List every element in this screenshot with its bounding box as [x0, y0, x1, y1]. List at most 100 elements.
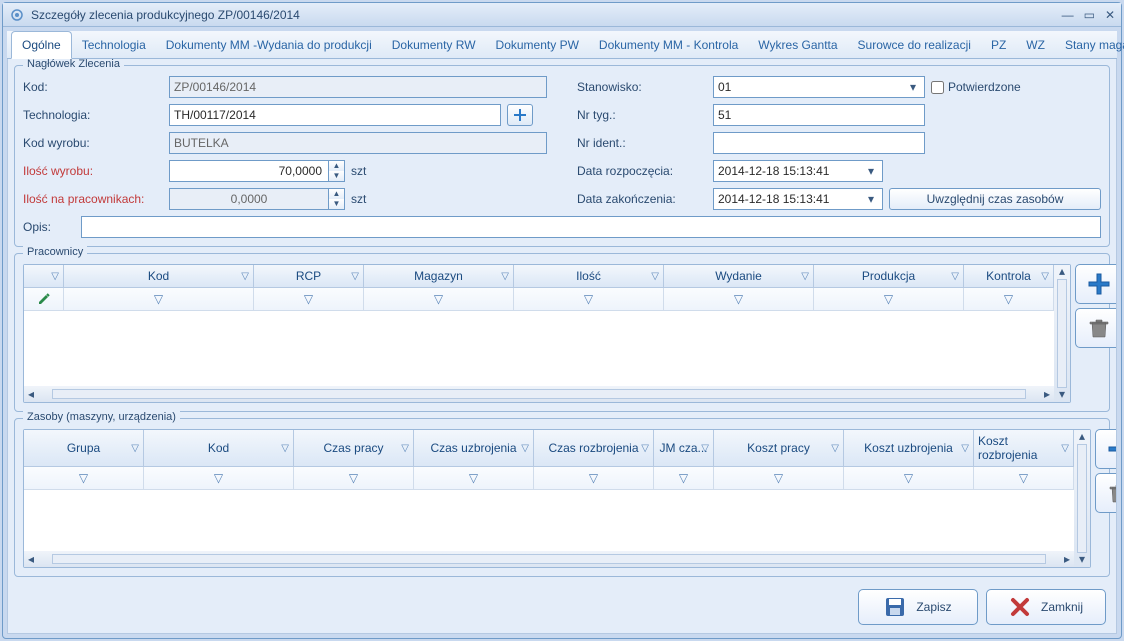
scroll-down-icon[interactable]: ▾ — [1074, 553, 1090, 567]
combo-stanowisko[interactable]: 01 ▾ — [713, 76, 925, 98]
filter-cell[interactable]: ▽ — [964, 288, 1054, 310]
filter-icon[interactable]: ▽ — [51, 271, 59, 282]
filter-icon[interactable]: ▽ — [351, 271, 359, 282]
filter-icon[interactable]: ▽ — [1004, 292, 1013, 306]
scroll-up-icon[interactable]: ▴ — [1074, 430, 1090, 444]
filter-icon[interactable]: ▽ — [131, 443, 139, 454]
filter-icon[interactable]: ▽ — [584, 292, 593, 306]
input-technologia[interactable] — [169, 104, 501, 126]
scroll-down-icon[interactable]: ▾ — [1054, 388, 1070, 402]
tab-stany[interactable]: Stany magazynowe — [1055, 32, 1124, 58]
spinner-down[interactable]: ▼ — [329, 171, 344, 181]
column-header[interactable]: Kontrola▽ — [964, 265, 1054, 287]
scroll-track[interactable] — [52, 389, 1026, 399]
filter-icon[interactable]: ▽ — [214, 471, 223, 485]
filter-cell[interactable]: ▽ — [664, 288, 814, 310]
filter-icon[interactable]: ▽ — [831, 443, 839, 454]
save-button[interactable]: Zapisz — [858, 589, 978, 625]
horizontal-scrollbar[interactable]: ◂ ▸ — [24, 551, 1074, 567]
filter-icon[interactable]: ▽ — [734, 292, 743, 306]
grid-body[interactable] — [24, 311, 1054, 386]
filter-icon[interactable]: ▽ — [434, 292, 443, 306]
column-header[interactable]: Kod▽ — [144, 430, 294, 466]
column-header[interactable]: Wydanie▽ — [664, 265, 814, 287]
filter-icon[interactable]: ▽ — [904, 471, 913, 485]
delete-row-button[interactable] — [1075, 308, 1117, 348]
filter-icon[interactable]: ▽ — [501, 271, 509, 282]
grid-filter-row[interactable]: ▽ ▽ ▽ ▽ ▽ ▽ ▽ — [24, 288, 1054, 311]
scroll-track[interactable] — [1057, 279, 1067, 388]
tab-wz[interactable]: WZ — [1016, 32, 1055, 58]
filter-cell[interactable]: ▽ — [294, 467, 414, 489]
filter-cell[interactable]: ▽ — [844, 467, 974, 489]
filter-icon[interactable]: ▽ — [1061, 443, 1069, 454]
filter-icon[interactable]: ▽ — [641, 443, 649, 454]
filter-icon[interactable]: ▽ — [589, 471, 598, 485]
column-header[interactable]: Magazyn▽ — [364, 265, 514, 287]
filter-icon[interactable]: ▽ — [884, 292, 893, 306]
checkbox-potwierdzone-input[interactable] — [931, 81, 944, 94]
input-ilosc-wyrobu[interactable] — [169, 160, 329, 182]
filter-icon[interactable]: ▽ — [304, 292, 313, 306]
column-header[interactable]: ▽ — [24, 265, 64, 287]
delete-row-button[interactable] — [1095, 473, 1117, 513]
filter-cell[interactable]: ▽ — [534, 467, 654, 489]
column-header[interactable]: Czas uzbrojenia▽ — [414, 430, 534, 466]
input-nr-tyg[interactable] — [713, 104, 925, 126]
input-nr-ident[interactable] — [713, 132, 925, 154]
grid-filter-row[interactable]: ▽ ▽ ▽ ▽ ▽ ▽ ▽ ▽ ▽ — [24, 467, 1074, 490]
filter-cell[interactable]: ▽ — [254, 288, 364, 310]
filter-cell[interactable]: ▽ — [24, 467, 144, 489]
chevron-down-icon[interactable]: ▾ — [906, 80, 920, 94]
close-window-button[interactable]: ✕ — [1105, 8, 1115, 22]
filter-icon[interactable]: ▽ — [679, 471, 688, 485]
scroll-right-icon[interactable]: ▸ — [1040, 387, 1054, 401]
filter-icon[interactable]: ▽ — [469, 471, 478, 485]
grid-pracownicy[interactable]: ▽Kod▽RCP▽Magazyn▽Ilość▽Wydanie▽Produkcja… — [23, 264, 1071, 403]
column-header[interactable]: Koszt rozbrojenia▽ — [974, 430, 1074, 466]
chevron-down-icon[interactable]: ▾ — [864, 192, 878, 206]
filter-cell[interactable]: ▽ — [414, 467, 534, 489]
chevron-down-icon[interactable]: ▾ — [864, 164, 878, 178]
tab-gantt[interactable]: Wykres Gantta — [748, 32, 847, 58]
filter-icon[interactable]: ▽ — [651, 271, 659, 282]
scroll-left-icon[interactable]: ◂ — [24, 387, 38, 401]
filter-icon[interactable]: ▽ — [154, 292, 163, 306]
checkbox-potwierdzone[interactable]: Potwierdzone — [931, 80, 1101, 94]
column-header[interactable]: Koszt pracy▽ — [714, 430, 844, 466]
tab-mm-kontrola[interactable]: Dokumenty MM - Kontrola — [589, 32, 748, 58]
datetime-zak[interactable]: 2014-12-18 15:13:41 ▾ — [713, 188, 883, 210]
filter-cell[interactable]: ▽ — [714, 467, 844, 489]
add-row-button[interactable] — [1075, 264, 1117, 304]
maximize-button[interactable]: ▭ — [1084, 8, 1095, 22]
filter-icon[interactable]: ▽ — [521, 443, 529, 454]
filter-cell[interactable]: ▽ — [64, 288, 254, 310]
close-button[interactable]: Zamknij — [986, 589, 1106, 625]
spinner-up[interactable]: ▲ — [329, 161, 344, 171]
add-row-button[interactable] — [1095, 429, 1117, 469]
filter-cell[interactable] — [24, 288, 64, 310]
filter-icon[interactable]: ▽ — [401, 443, 409, 454]
tab-technologia[interactable]: Technologia — [72, 32, 156, 58]
input-opis[interactable] — [81, 216, 1101, 238]
filter-icon[interactable]: ▽ — [961, 443, 969, 454]
spinner-ilosc-wyrobu[interactable]: ▲▼ — [169, 160, 345, 182]
column-header[interactable]: Kod▽ — [64, 265, 254, 287]
scroll-up-icon[interactable]: ▴ — [1054, 265, 1070, 279]
datetime-rozp[interactable]: 2014-12-18 15:13:41 ▾ — [713, 160, 883, 182]
filter-icon[interactable]: ▽ — [281, 443, 289, 454]
scroll-right-icon[interactable]: ▸ — [1060, 552, 1074, 566]
column-header[interactable]: RCP▽ — [254, 265, 364, 287]
filter-cell[interactable]: ▽ — [974, 467, 1074, 489]
tab-rw[interactable]: Dokumenty RW — [382, 32, 486, 58]
column-header[interactable]: Grupa▽ — [24, 430, 144, 466]
minimize-button[interactable]: — — [1062, 8, 1074, 22]
tab-surowce[interactable]: Surowce do realizacji — [848, 32, 981, 58]
filter-icon[interactable]: ▽ — [349, 471, 358, 485]
filter-icon[interactable]: ▽ — [241, 271, 249, 282]
column-header[interactable]: Czas pracy▽ — [294, 430, 414, 466]
grid-body[interactable] — [24, 490, 1074, 551]
vertical-scrollbar[interactable]: ▴ ▾ — [1074, 430, 1090, 567]
tab-pw[interactable]: Dokumenty PW — [486, 32, 589, 58]
vertical-scrollbar[interactable]: ▴ ▾ — [1054, 265, 1070, 402]
